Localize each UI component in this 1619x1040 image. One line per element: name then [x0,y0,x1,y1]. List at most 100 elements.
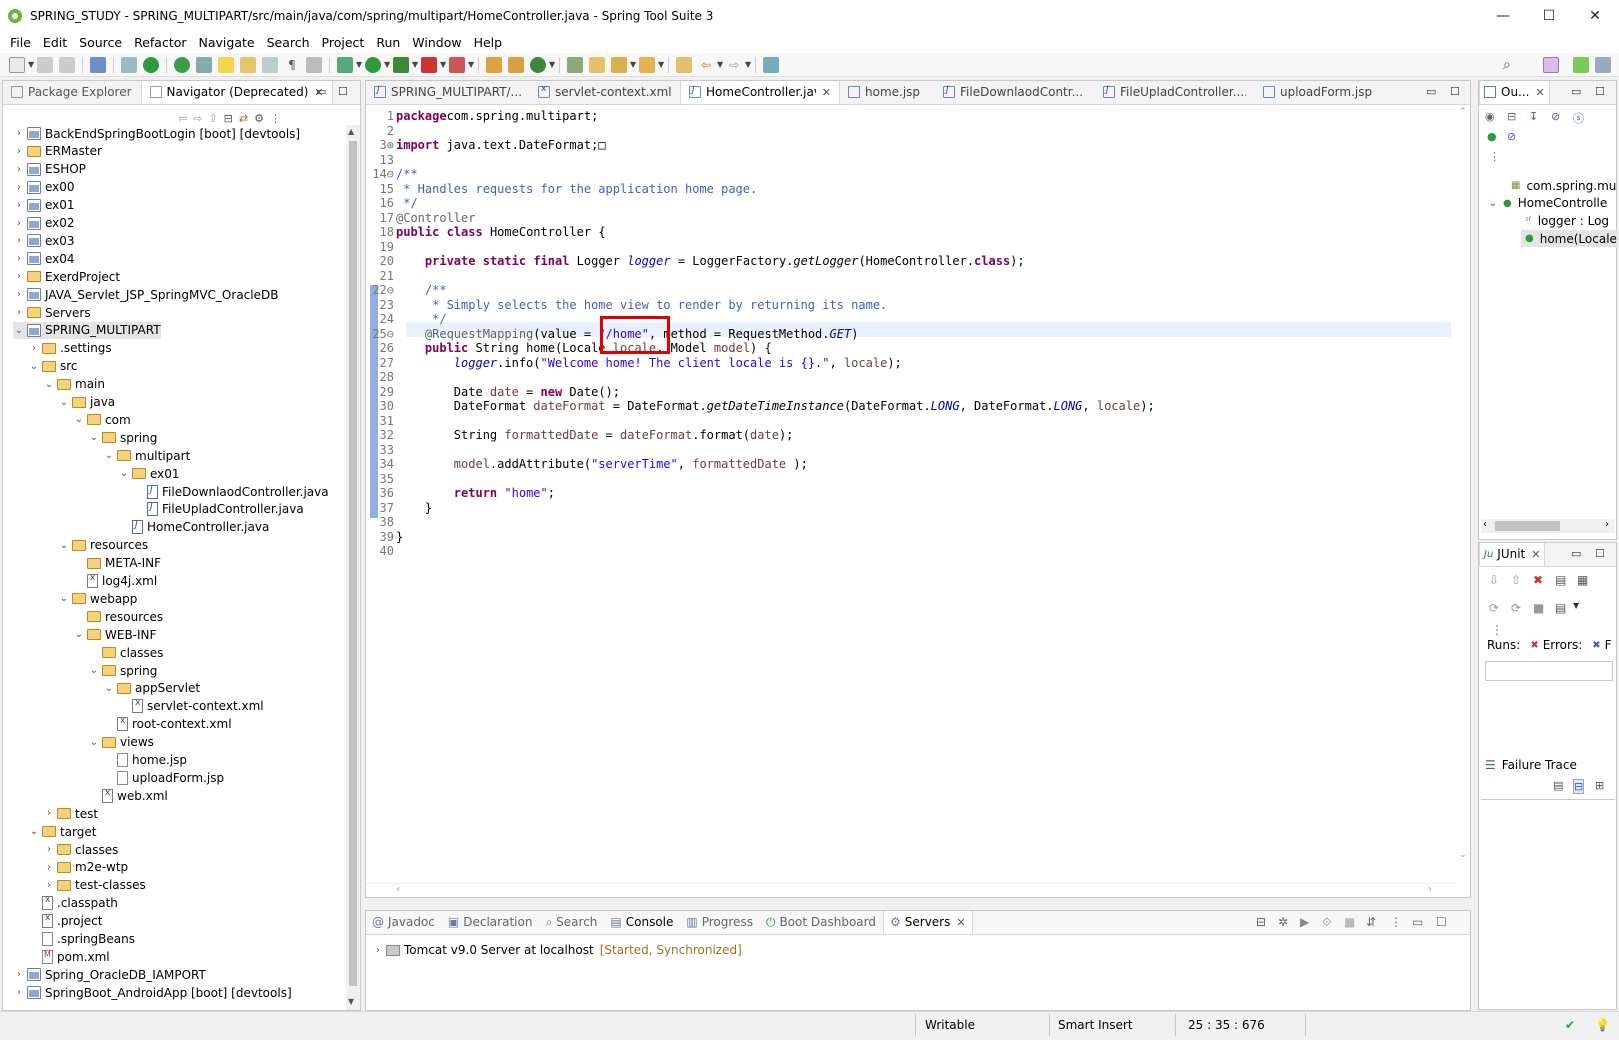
menu-file[interactable]: File [4,35,37,50]
view-menu-icon[interactable]: ⋮ [1489,150,1500,163]
next-failure-icon[interactable]: ⇩ [1489,573,1499,587]
collapse-all-icon[interactable]: ⊟ [224,112,233,125]
code-line[interactable]: return "home"; [396,486,555,501]
tree-item[interactable]: › ex04 [13,250,75,267]
code-line[interactable]: */ [396,312,446,327]
code-line[interactable]: private static final Logger logger = Log… [396,254,1025,269]
menu-edit[interactable]: Edit [37,35,73,50]
tree-item[interactable]: › .settings [28,340,112,357]
publish-icon[interactable]: ⇵ [1366,915,1376,929]
maximize-view-icon[interactable]: ☐ [1595,547,1605,560]
code-line[interactable]: /** [396,167,418,182]
tree-item[interactable]: › test [43,805,98,822]
spring-perspective-icon[interactable] [1573,57,1589,73]
code-line[interactable]: String formattedDate = dateFormat.format… [396,428,794,443]
expand-toggle-icon[interactable]: ⌄ [88,665,100,676]
expand-toggle-icon[interactable]: › [43,808,55,819]
tree-item[interactable]: web.xml [88,787,168,804]
code-line[interactable]: public class HomeController { [396,225,606,240]
collapse-all-icon[interactable]: ⊟ [1507,110,1516,123]
tree-item[interactable]: › SpringBoot_AndroidApp [boot] [devtools] [13,984,292,1001]
stop-run-icon[interactable]: ■ [1533,601,1544,615]
history-dropdown-icon[interactable]: ▼ [1573,601,1579,610]
filter-icon[interactable]: ⚙ [254,112,264,125]
close-icon[interactable]: ✕ [956,916,965,929]
tree-item[interactable]: servlet-context.xml [118,698,264,715]
editor-tab[interactable]: uploadForm.jsp [1255,81,1395,104]
expand-toggle-icon[interactable]: › [13,218,25,229]
tree-item[interactable]: ⌄ java [58,394,115,411]
rerun-failed-icon[interactable]: ⟳ [1511,601,1521,615]
compare-result-icon[interactable]: ▤ [1553,779,1563,792]
expand-toggle-icon[interactable]: ⌄ [103,683,115,694]
code-line[interactable]: * Handles requests for the application h… [396,182,757,197]
spring-pin-icon[interactable] [196,56,212,73]
view-menu-icon[interactable]: ⋮ [1491,623,1503,637]
expand-toggle-icon[interactable]: ⌄ [73,414,85,425]
code-line[interactable]: public String home(Locale locale, Model … [396,341,772,356]
tree-item[interactable]: FileUpladController.java [133,501,304,518]
tab-junit[interactable]: Ju JUnit ✕ [1479,543,1546,566]
run-icon[interactable] [365,56,381,73]
expand-toggle-icon[interactable]: › [13,969,25,980]
java-perspective-icon[interactable] [1595,57,1611,73]
expand-toggle-icon[interactable]: ⌄ [58,593,70,604]
minimize-view-icon[interactable]: ▭ [1571,85,1581,98]
close-icon[interactable]: ✕ [1536,86,1545,99]
expand-toggle-icon[interactable]: › [13,200,25,211]
menu-navigate[interactable]: Navigate [193,35,261,50]
spring-boot-relaunch-icon[interactable] [143,56,159,73]
code-text[interactable]: 1 packagecom.spring.multipart; 2 3⊕ import j… [366,109,1456,869]
scrollbar-thumb[interactable] [349,141,357,986]
tree-item[interactable]: FileDownlaodController.java [133,483,329,500]
expand-toggle-icon[interactable]: › [13,164,25,175]
expand-toggle-icon[interactable]: ⌄ [118,468,130,479]
outline-hscrollbar[interactable]: ‹ › [1481,519,1615,533]
profile-server-icon[interactable]: ⟐ [1322,915,1331,930]
test-history-icon[interactable]: ▤ [1555,601,1566,615]
tree-item[interactable]: ⌄ spring [88,662,158,679]
expand-toggle-icon[interactable]: ⌄ [58,540,70,551]
minimize-view-icon[interactable]: ▭ [1571,547,1581,560]
new-class-icon[interactable] [530,56,546,73]
tree-scrollbar[interactable]: ▲ ▼ [346,125,360,1010]
tree-item[interactable]: META-INF [73,555,161,572]
link-icon[interactable] [306,56,322,73]
forward-icon[interactable]: ⇨ [193,112,202,125]
mark-occurrences-icon[interactable] [218,56,234,73]
tab-navigator[interactable]: Navigator (Deprecated) ✕ [140,81,333,104]
editor-tab[interactable]: HomeController.java ✕ [680,81,840,104]
minimize-view-icon[interactable]: ▭ [316,85,326,98]
server-row[interactable]: › Tomcat v9.0 Server at localhost [Start… [372,941,742,959]
editor-tab[interactable]: FileUpladController.... [1095,81,1255,104]
code-line[interactable]: */ [396,196,417,211]
expand-arrow-icon[interactable]: › [372,945,384,956]
code-line[interactable]: * Simply selects the home view to render… [396,298,887,313]
tree-item[interactable]: › Servers [13,304,91,321]
code-line[interactable]: @Controller [396,211,475,226]
maximize-button[interactable]: ☐ [1526,0,1572,31]
tree-item[interactable]: classes [88,644,163,661]
debug-icon[interactable] [337,56,353,73]
scroll-right-icon[interactable]: › [1428,884,1432,895]
tree-item[interactable]: ⌄ ex01 [118,465,180,482]
collapse-icon[interactable]: ⊟ [1256,915,1266,929]
scroll-lock-icon[interactable]: ▤ [1555,573,1566,587]
editor-tab[interactable]: FileDownlaodContr... [935,81,1095,104]
tree-item[interactable]: ⌄ target [28,823,97,840]
block-selection-icon[interactable] [240,56,256,73]
minimize-view-icon[interactable]: ▭ [1412,915,1423,929]
expand-toggle-icon[interactable]: › [13,987,25,998]
code-line[interactable]: } [396,530,403,545]
tab-package-explorer[interactable]: Package Explorer [3,81,141,104]
expand-toggle-icon[interactable]: › [13,235,25,246]
editor-tab[interactable]: home.jsp [840,81,935,104]
search-icon[interactable]: ⌕ [1503,57,1519,73]
tree-item[interactable]: HomeController.java [118,519,269,536]
expand-toggle-icon[interactable]: › [13,271,25,282]
new-package-icon[interactable] [508,56,524,73]
expand-toggle-icon[interactable]: › [13,253,25,264]
expand-toggle-icon[interactable]: ⌄ [58,397,70,408]
hide-static-icon[interactable]: ⓢ [1573,110,1584,126]
new-icon[interactable] [9,56,25,73]
